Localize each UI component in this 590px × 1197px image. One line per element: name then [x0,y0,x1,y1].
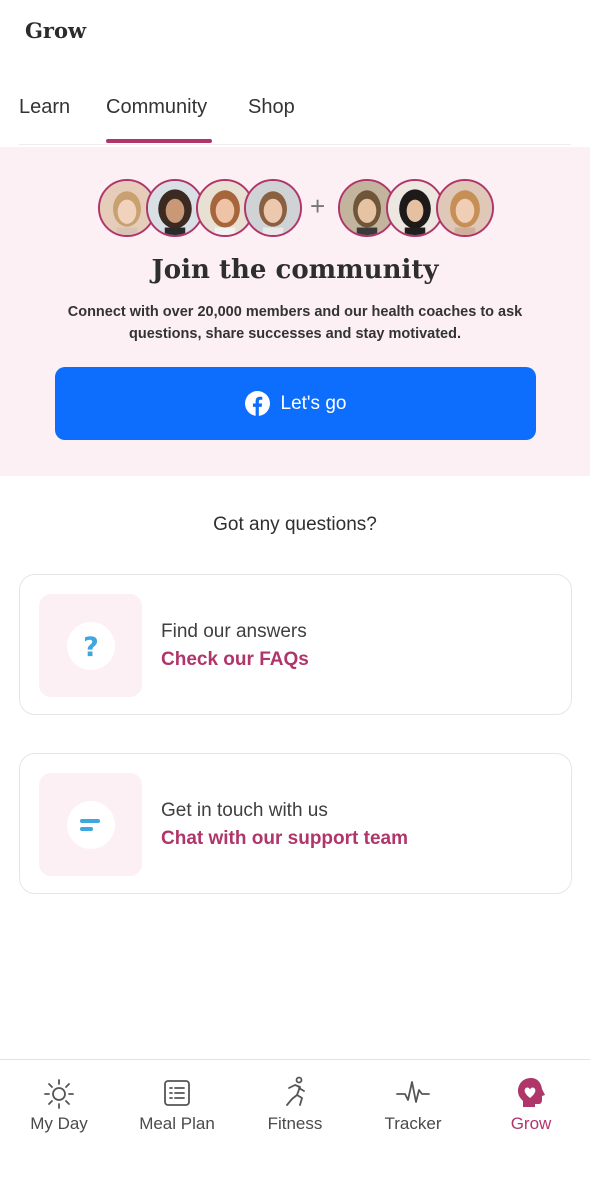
faq-icon-box: ? [39,594,142,697]
community-description: Connect with over 20,000 members and our… [67,304,523,342]
nav-fitness[interactable]: Fitness [236,1074,354,1134]
nav-grow[interactable]: Grow [472,1074,590,1134]
pulse-icon [396,1081,430,1103]
facebook-join-button[interactable]: Let's go [55,367,536,440]
avatar [244,179,302,237]
tab-shop[interactable]: Shop [248,96,295,143]
meal-plan-icon [164,1080,190,1106]
faq-card-title: Find our answers [161,621,307,642]
avatar [436,179,494,237]
runner-icon [286,1076,305,1106]
member-avatars: + [0,179,590,239]
facebook-icon [244,391,270,416]
community-title: Join the community [151,255,439,285]
tabs-divider [19,144,571,145]
nav-meal-plan[interactable]: Meal Plan [118,1074,236,1134]
faq-link[interactable]: Check our FAQs [161,649,309,671]
facebook-join-label: Let's go [280,392,347,414]
chat-icon-box [39,773,142,876]
app-title: Grow [25,18,87,43]
nav-label: Fitness [267,1114,323,1133]
svg-text:?: ? [83,632,99,661]
support-card-title: Get in touch with us [161,800,328,821]
nav-label: Tracker [384,1114,442,1133]
community-hero: + Join the community Connect with over 2… [0,147,590,476]
top-tabs: Learn Community Shop [0,90,590,146]
chat-icon [67,801,115,849]
nav-my-day[interactable]: My Day [0,1074,118,1134]
nav-tracker[interactable]: Tracker [354,1074,472,1134]
nav-label: Meal Plan [139,1114,215,1133]
support-chat-link[interactable]: Chat with our support team [161,828,408,850]
nav-label: Grow [510,1114,552,1133]
faq-card[interactable]: ? Find our answers Check our FAQs [19,574,572,715]
tab-learn[interactable]: Learn [19,96,70,143]
heart-head-icon [518,1078,545,1107]
nav-label: My Day [30,1114,88,1133]
support-chat-card[interactable]: Get in touch with us Chat with our suppo… [19,753,572,894]
question-icon: ? [67,622,115,670]
tab-community[interactable]: Community [106,96,207,143]
bottom-nav: My Day Meal Plan Fitness Tracker Grow [0,1059,590,1197]
sun-icon [44,1079,74,1109]
active-tab-indicator [106,139,212,143]
plus-sign: + [310,191,326,221]
questions-title: Got any questions? [213,514,377,535]
